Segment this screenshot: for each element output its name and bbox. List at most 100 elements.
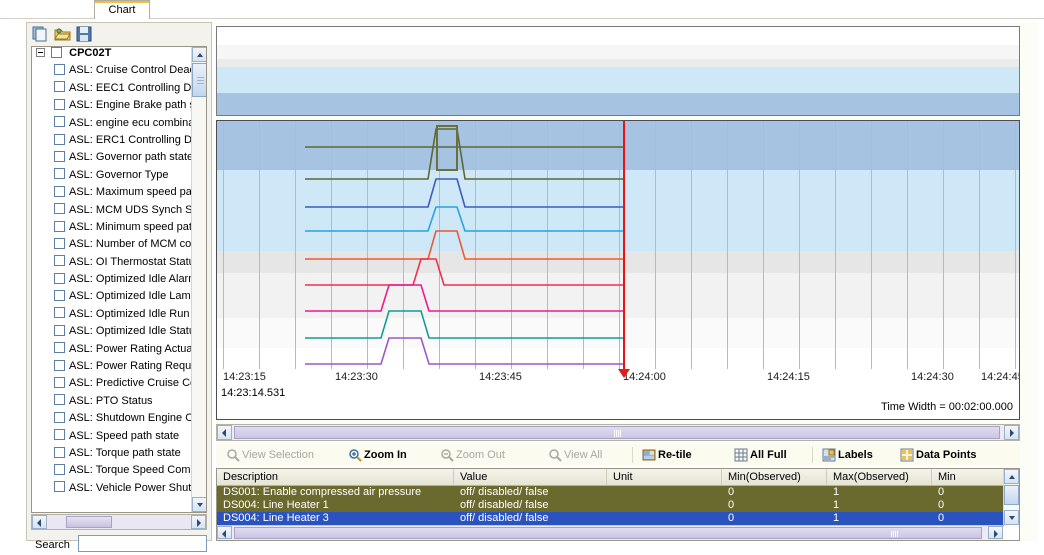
tree-scroll-thumb[interactable] xyxy=(192,63,207,97)
tree-item-checkbox[interactable] xyxy=(54,360,65,371)
scroll-up-icon[interactable] xyxy=(192,47,207,62)
table-row[interactable]: DS004: Line Heater 3off/ disabled/ false… xyxy=(217,512,1004,525)
tree-item-checkbox[interactable] xyxy=(54,134,65,145)
scroll-left-icon[interactable] xyxy=(32,515,47,529)
scroll-left-icon[interactable] xyxy=(217,425,232,440)
table-body[interactable]: DS001: Enable compressed air pressureoff… xyxy=(217,486,1004,526)
tree-item[interactable]: ASL: EEC1 Controlling Dev xyxy=(32,82,192,99)
selection-rectangle[interactable] xyxy=(436,125,458,171)
tree-item-checkbox[interactable] xyxy=(54,342,65,353)
tree-item[interactable]: ASL: Optimized Idle Status xyxy=(32,325,192,342)
tree-root-node[interactable]: CPC02T xyxy=(32,47,192,64)
tree-item-checkbox[interactable] xyxy=(54,325,65,336)
scroll-right-icon[interactable] xyxy=(988,526,1003,539)
scroll-down-icon[interactable] xyxy=(1004,510,1019,525)
tree-item-checkbox[interactable] xyxy=(54,447,65,458)
tree-item-checkbox[interactable] xyxy=(54,186,65,197)
save-icon[interactable] xyxy=(76,26,93,42)
chart-horizontal-scrollbar[interactable] xyxy=(216,424,1020,441)
table-row[interactable]: DS004: Line Heater 1off/ disabled/ false… xyxy=(217,499,1004,512)
tree-item[interactable]: ASL: Power Rating Reques xyxy=(32,360,192,377)
collapse-icon[interactable] xyxy=(36,48,45,57)
tree-item[interactable]: ASL: OI Thermostat Status xyxy=(32,256,192,273)
tree-item-checkbox[interactable] xyxy=(54,377,65,388)
tree-horizontal-scrollbar[interactable] xyxy=(31,514,207,530)
chart-hscroll-thumb[interactable] xyxy=(234,426,1000,439)
tree-item-checkbox[interactable] xyxy=(54,116,65,127)
tree-item-checkbox[interactable] xyxy=(54,394,65,405)
time-cursor-handle[interactable] xyxy=(618,369,630,378)
toolbar-button-data-points[interactable]: Data Points xyxy=(898,446,977,464)
table-column-header[interactable]: Description xyxy=(217,469,454,485)
tree-item-checkbox[interactable] xyxy=(54,412,65,423)
scroll-up-icon[interactable] xyxy=(1004,469,1019,484)
tree-item-checkbox[interactable] xyxy=(54,429,65,440)
table-horizontal-scrollbar[interactable] xyxy=(217,525,1003,540)
table-vertical-scrollbar[interactable] xyxy=(1003,469,1019,525)
signal-data-table[interactable]: DescriptionValueUnitMin(Observed)Max(Obs… xyxy=(216,468,1020,541)
tree-root-checkbox[interactable] xyxy=(51,47,62,58)
toolbar-button-zoom-in[interactable]: Zoom In xyxy=(346,446,407,464)
tree-item[interactable]: ASL: Speed path state xyxy=(32,430,192,447)
tree-item[interactable]: ASL: Minimum speed path xyxy=(32,221,192,238)
tree-item[interactable]: ASL: Power Rating Actual xyxy=(32,343,192,360)
tree-item-checkbox[interactable] xyxy=(54,273,65,284)
tree-item[interactable]: ASL: Predictive Cruise Con xyxy=(32,377,192,394)
plot-canvas[interactable] xyxy=(217,121,1019,369)
chart-overview-pane[interactable] xyxy=(216,26,1020,116)
tree-item-checkbox[interactable] xyxy=(54,307,65,318)
table-column-header[interactable]: Unit xyxy=(607,469,722,485)
toolbar-button-re-tile[interactable]: Re-tile xyxy=(640,446,692,464)
toolbar-button-all-full[interactable]: All Full xyxy=(732,446,787,464)
search-input[interactable] xyxy=(78,535,207,552)
tree-item[interactable]: ASL: Optimized Idle Run St xyxy=(32,308,192,325)
tree-item[interactable]: ASL: PTO Status xyxy=(32,395,192,412)
tree-item-checkbox[interactable] xyxy=(54,238,65,249)
scroll-right-icon[interactable] xyxy=(1004,425,1019,440)
tree-item-checkbox[interactable] xyxy=(54,255,65,266)
tree-item-checkbox[interactable] xyxy=(54,221,65,232)
tree-item[interactable]: ASL: Torque Speed Comma xyxy=(32,464,192,481)
tree-item[interactable]: ASL: Engine Brake path sta xyxy=(32,99,192,116)
tree-item[interactable]: ASL: Governor Type xyxy=(32,169,192,186)
tree-item[interactable]: ASL: Number of MCM comr xyxy=(32,238,192,255)
tree-item-checkbox[interactable] xyxy=(54,64,65,75)
toolbar-button-labels[interactable]: Labels xyxy=(820,446,873,464)
tree-item-checkbox[interactable] xyxy=(54,290,65,301)
table-scroll-thumb[interactable] xyxy=(1004,485,1019,505)
tree-hscroll-thumb[interactable] xyxy=(66,516,112,528)
tree-item-checkbox[interactable] xyxy=(54,203,65,214)
tree-hscroll-track[interactable] xyxy=(48,515,190,529)
tree-item[interactable]: ASL: Optimized Idle Alarm xyxy=(32,273,192,290)
tree-item-checkbox[interactable] xyxy=(54,81,65,92)
tree-item[interactable]: ASL: engine ecu combinati xyxy=(32,117,192,134)
signal-tree[interactable]: CPC02T ASL: Cruise Control Deacti ASL: E… xyxy=(31,46,207,513)
tree-item[interactable]: ASL: Torque path state xyxy=(32,447,192,464)
tree-item-checkbox[interactable] xyxy=(54,99,65,110)
open-folder-icon[interactable] xyxy=(54,26,71,42)
tree-item-checkbox[interactable] xyxy=(54,481,65,492)
copy-icon[interactable] xyxy=(32,26,49,42)
tree-item-checkbox[interactable] xyxy=(54,151,65,162)
table-column-header[interactable]: Value xyxy=(454,469,607,485)
scroll-right-icon[interactable] xyxy=(191,515,206,529)
tree-item[interactable]: ASL: Optimized Idle Lamp xyxy=(32,290,192,307)
tree-item[interactable]: ASL: Maximum speed path xyxy=(32,186,192,203)
scroll-down-icon[interactable] xyxy=(192,497,207,512)
tree-item[interactable]: ASL: Shutdown Engine Ov xyxy=(32,412,192,429)
tree-vertical-scrollbar[interactable] xyxy=(191,47,206,512)
tree-item[interactable]: ASL: Governor path state xyxy=(32,151,192,168)
tree-item[interactable]: ASL: Cruise Control Deacti xyxy=(32,64,192,81)
table-column-header[interactable]: Max(Observed) xyxy=(827,469,932,485)
table-column-header[interactable]: Min(Observed) xyxy=(722,469,827,485)
tree-item[interactable]: ASL: ERC1 Controlling Dev xyxy=(32,134,192,151)
chart-plot-pane[interactable]: 14:23:1514:23:3014:23:4514:24:0014:24:15… xyxy=(216,120,1020,420)
tree-item[interactable]: ASL: MCM UDS Synch Stat xyxy=(32,204,192,221)
table-row[interactable]: DS001: Enable compressed air pressureoff… xyxy=(217,486,1004,499)
tab-chart[interactable]: Chart xyxy=(94,2,150,19)
tree-item-checkbox[interactable] xyxy=(54,168,65,179)
tree-item[interactable]: ASL: Vehicle Power Shutdc xyxy=(32,482,192,499)
time-cursor-line[interactable] xyxy=(623,121,625,371)
table-hscroll-thumb[interactable] xyxy=(234,527,982,539)
scroll-left-icon[interactable] xyxy=(217,526,232,539)
